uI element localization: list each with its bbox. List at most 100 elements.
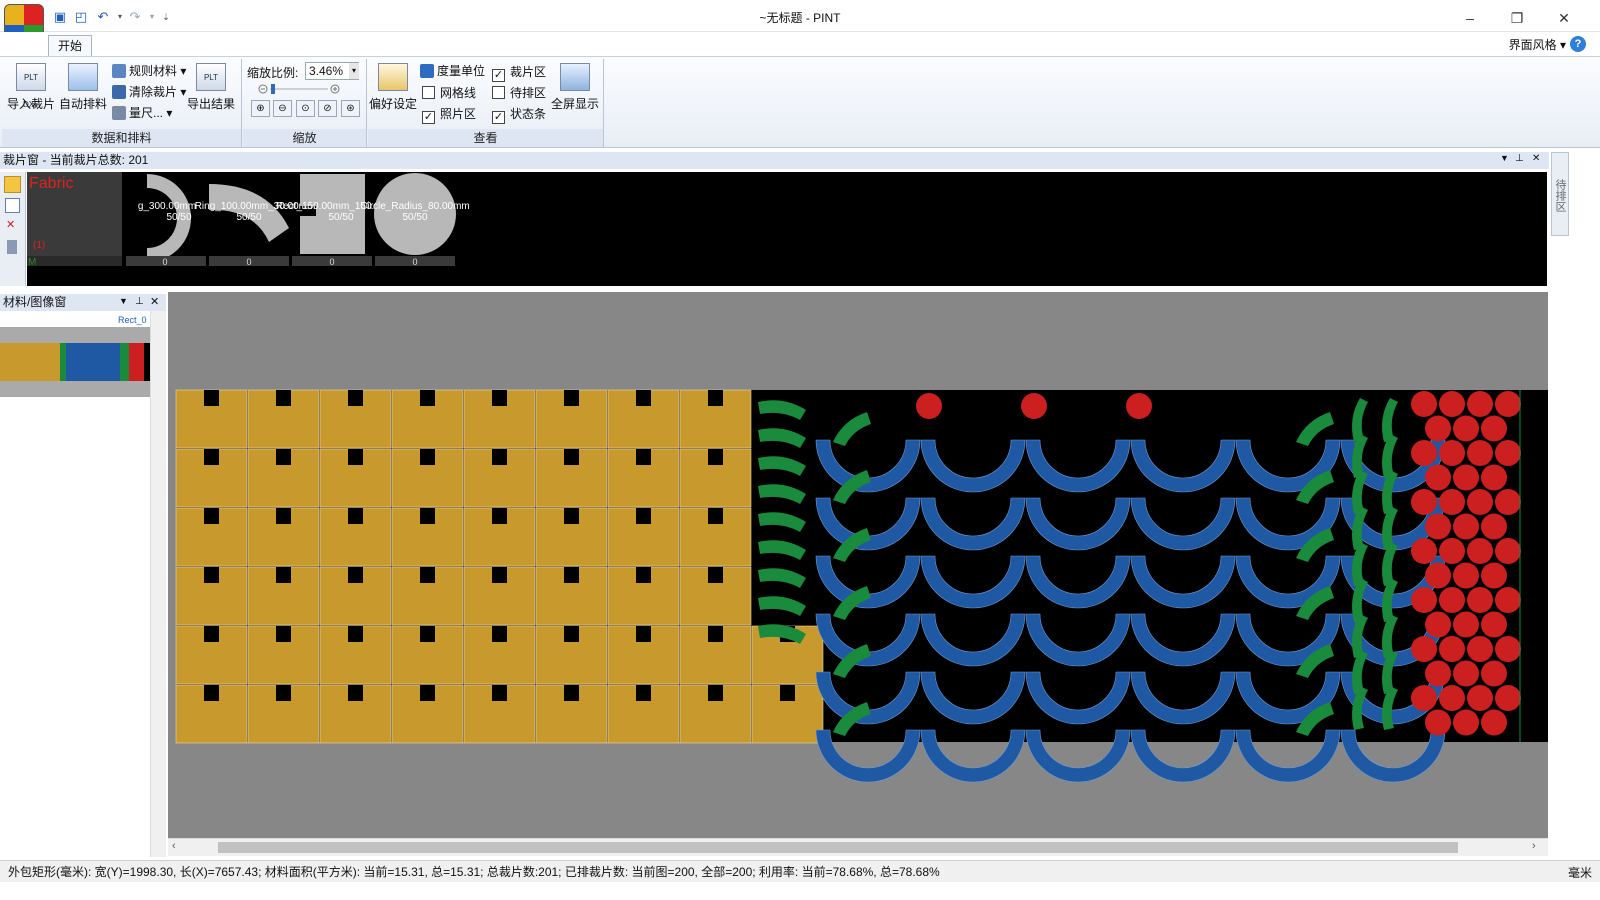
piece-window[interactable]: Fabric (1) M g_300.00mm 50/50 0 Ring_100…: [27, 172, 1547, 286]
layout-canvas[interactable]: [168, 292, 1548, 838]
piece-tile-half-ring[interactable]: g_300.00mm 50/50 0: [126, 174, 206, 267]
piece-notch: [564, 390, 579, 406]
check-grid[interactable]: 网格线: [422, 84, 476, 102]
piece-notch: [636, 685, 651, 701]
chevron-left-icon[interactable]: ‹: [172, 840, 176, 852]
piece-notch: [708, 567, 723, 583]
measure-button[interactable]: 量尺... ▾: [112, 104, 172, 123]
red-circle-piece: [1481, 415, 1507, 442]
restore-button[interactable]: ❐: [1494, 4, 1540, 32]
fabric-count: (1): [33, 240, 45, 251]
group-view: 偏好设定 度量单位 ✓ 裁片区 网格线 待排区 ✓ 照片区 ✓ 状态条 全屏显示 查看: [368, 59, 604, 147]
info-icon[interactable]: [7, 240, 17, 254]
piece-notch: [636, 567, 651, 583]
zoom-out-icon[interactable]: ⊖: [273, 100, 292, 117]
check-label: 状态条: [510, 107, 547, 121]
auto-layout-button[interactable]: 自动排料: [58, 61, 108, 127]
sort-icon[interactable]: [5, 198, 20, 213]
piece-tile-arc[interactable]: Ring_100.00mm_30.00mm 50/50 0: [195, 184, 316, 267]
zoom-window-icon[interactable]: ⊛: [341, 100, 360, 117]
preferences-button[interactable]: 偏好设定: [368, 61, 418, 127]
ui-style-dropdown[interactable]: 界面风格 ▾: [1509, 36, 1566, 53]
zoom-actual-icon[interactable]: ⊘: [318, 100, 337, 117]
tab-home[interactable]: 开始: [48, 35, 92, 56]
piece-notch: [636, 390, 651, 406]
close-button[interactable]: ✕: [1541, 4, 1587, 32]
zoom-in-icon[interactable]: ⊕: [251, 100, 270, 117]
material-thumbnail[interactable]: [0, 343, 150, 381]
minimize-button[interactable]: –: [1447, 4, 1493, 32]
undo-icon[interactable]: ↶: [95, 9, 111, 25]
piece-notch: [708, 508, 723, 524]
horizontal-scrollbar[interactable]: ‹ ›: [168, 838, 1548, 856]
group-data-layout: PLT DXF 导入裁片 自动排料 规则材料 ▾ 清除裁片 ▾ 量尺... ▾ …: [2, 59, 242, 147]
check-piece-area[interactable]: ✓ 裁片区: [492, 63, 546, 82]
piece-notch: [564, 508, 579, 524]
piece-notch: [636, 449, 651, 465]
pin-icon[interactable]: ⊥: [135, 296, 144, 307]
piece-notch: [204, 685, 219, 701]
scroll-thumb[interactable]: [218, 842, 1458, 853]
unit-icon: [420, 64, 434, 78]
piece-notch: [276, 390, 291, 406]
piece-notch: [276, 449, 291, 465]
delete-icon[interactable]: ✕: [6, 219, 19, 232]
red-circle-piece: [1425, 415, 1451, 442]
piece-notch: [204, 508, 219, 524]
redo-icon[interactable]: ↷: [127, 9, 143, 25]
piece-notch: [420, 626, 435, 642]
red-circle-piece: [1495, 587, 1521, 613]
piece-notch: [348, 567, 363, 583]
zoom-slider-thumb[interactable]: [271, 84, 275, 94]
fullscreen-button[interactable]: 全屏显示: [550, 61, 600, 127]
check-pending-area[interactable]: 待排区: [492, 84, 546, 102]
checkbox: ✓: [492, 111, 505, 124]
red-circle-piece: [1495, 685, 1521, 711]
check-label: 待排区: [510, 86, 547, 100]
chevron-down-icon[interactable]: ▼: [1500, 153, 1509, 163]
group-caption-view: 查看: [368, 129, 603, 147]
lightning-icon[interactable]: [4, 176, 21, 193]
pin-icon[interactable]: ⊥: [1515, 153, 1524, 164]
marker-layout[interactable]: [168, 292, 1548, 838]
rule-material-button[interactable]: 规则材料 ▾: [112, 62, 186, 81]
unit-button[interactable]: 度量单位: [420, 62, 485, 81]
clear-pieces-button[interactable]: 清除裁片 ▾: [112, 83, 186, 102]
export-result-button[interactable]: PLT 导出结果: [186, 61, 236, 127]
help-icon[interactable]: ?: [1570, 36, 1586, 52]
import-pieces-button[interactable]: PLT DXF 导入裁片: [6, 61, 56, 127]
undo-dropdown-icon[interactable]: ▾: [112, 9, 128, 25]
piece-notch: [420, 449, 435, 465]
piece-notch: [636, 626, 651, 642]
piece-notch: [492, 449, 507, 465]
chevron-down-icon[interactable]: ▾: [349, 63, 359, 79]
close-icon[interactable]: ✕: [1532, 153, 1540, 164]
red-circle-piece: [1495, 636, 1521, 662]
auto-layout-icon: [68, 63, 98, 91]
check-statusbar[interactable]: ✓ 状态条: [492, 105, 547, 124]
zoom-fit-icon[interactable]: ⊙: [296, 100, 315, 117]
piece-notch: [492, 390, 507, 406]
piece-tile-circle[interactable]: Circle_Radius_80.00mm 50/50 0: [360, 173, 470, 267]
red-circle-piece: [1467, 440, 1493, 466]
pending-area-side-tab[interactable]: 待排区: [1551, 152, 1569, 236]
customize-icon[interactable]: ⇣: [158, 9, 174, 25]
import-pieces-label: 导入裁片: [6, 97, 55, 111]
close-icon[interactable]: ✕: [150, 295, 159, 308]
chevron-down-icon[interactable]: ▼: [119, 296, 128, 306]
red-circle-piece: [1439, 391, 1465, 417]
piece-window-header: 裁片窗 - 当前裁片总数: 201: [0, 152, 1549, 169]
chevron-right-icon[interactable]: ›: [1532, 840, 1536, 852]
piece-notch: [492, 626, 507, 642]
check-photo-area[interactable]: ✓ 照片区: [422, 105, 476, 124]
measure-label: 量尺... ▾: [129, 106, 173, 120]
piece-placed-count: 0: [246, 257, 251, 267]
zoom-slider[interactable]: [258, 84, 340, 94]
piece-qty: 50/50: [402, 212, 427, 223]
material-scrollbar[interactable]: [150, 311, 166, 857]
red-circle-piece: [1411, 685, 1437, 711]
save-as-icon[interactable]: ◰: [73, 9, 89, 25]
save-icon[interactable]: ▣: [52, 9, 68, 25]
rule-material-icon: [112, 64, 126, 78]
piece-notch: [708, 390, 723, 406]
